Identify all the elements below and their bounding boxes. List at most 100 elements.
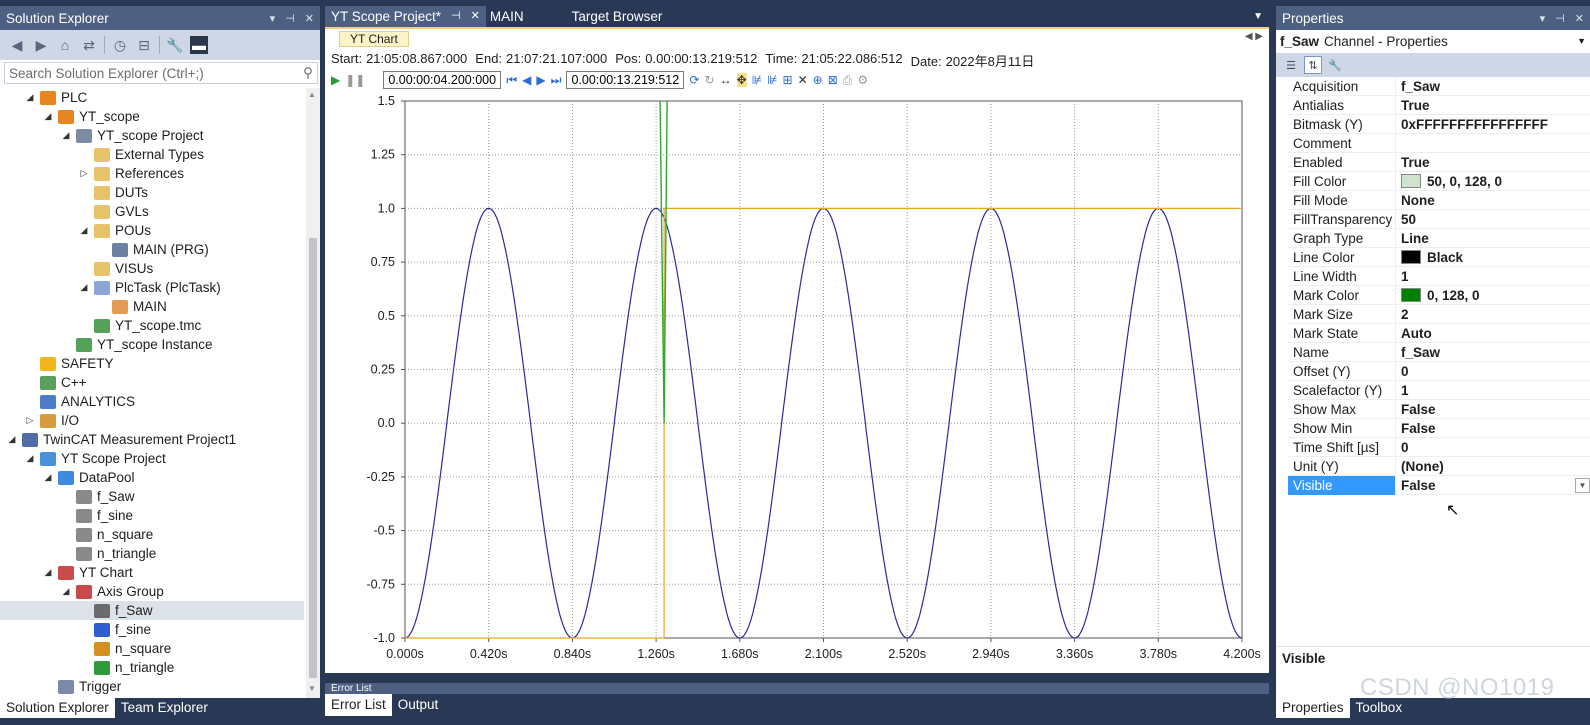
panel-menu-icon[interactable]: ▾ [1540, 12, 1546, 25]
pin-icon[interactable]: ⊣ [451, 6, 461, 27]
close-icon[interactable]: ✕ [305, 12, 314, 25]
pause-icon[interactable]: ❚❚ [345, 73, 365, 87]
property-row[interactable]: Comment [1288, 133, 1590, 153]
property-row[interactable]: Show Min False [1288, 418, 1590, 438]
tree-node[interactable]: MAIN (PRG) [96, 240, 209, 259]
back-icon[interactable]: ◀ [8, 36, 26, 54]
forward-icon[interactable]: ▶ [32, 36, 50, 54]
property-row[interactable]: Line Width 1 [1288, 266, 1590, 286]
tree-node[interactable]: ◢ YT Chart [42, 563, 133, 582]
tree-node[interactable]: C++ [24, 373, 87, 392]
panel-menu-icon[interactable]: ▾ [270, 12, 276, 25]
scrollbar-thumb[interactable] [309, 238, 317, 678]
scale-x-icon[interactable]: ⊯ [752, 73, 762, 87]
property-value[interactable]: None [1396, 191, 1590, 210]
home-icon[interactable]: ⌂ [56, 36, 74, 54]
range-input[interactable]: 0.00:00:04.200:000 [383, 71, 502, 89]
tree-node[interactable]: YT_scope Instance [60, 335, 213, 354]
solution-search-input[interactable]: Search Solution Explorer (Ctrl+;) ⚲ [4, 62, 318, 84]
tree-node[interactable]: f_sine [78, 620, 151, 639]
pin-icon[interactable]: ⊣ [285, 12, 295, 25]
last-icon[interactable]: ⏭ [551, 73, 562, 88]
property-value[interactable]: 2 [1396, 305, 1590, 324]
tree-node[interactable]: ◢ PLC [24, 88, 88, 107]
tree-node[interactable]: f_sine [60, 506, 133, 525]
property-value[interactable]: (None) [1396, 457, 1590, 476]
tree-node[interactable]: ◢ DataPool [42, 468, 135, 487]
tree-node[interactable]: ANALYTICS [24, 392, 135, 411]
alphabetical-icon[interactable]: ⇅ [1304, 56, 1322, 74]
expand-arrow-icon[interactable]: ◢ [78, 282, 90, 293]
tree-node[interactable]: SAFETY [24, 354, 114, 373]
property-value[interactable]: False [1396, 419, 1590, 438]
tree-node[interactable]: ▷ References [78, 164, 185, 183]
property-value[interactable]: False ▼ [1396, 476, 1590, 495]
sync-icon[interactable]: ⇄ [80, 36, 98, 54]
tree-node[interactable]: ◢ POUs [78, 221, 151, 240]
expand-arrow-icon[interactable]: ▷ [24, 415, 36, 426]
tree-node[interactable]: DUTs [78, 183, 148, 202]
object-selector[interactable]: f_Saw Channel - Properties ▼ [1276, 30, 1590, 52]
dropdown-icon[interactable]: ▼ [1575, 477, 1590, 493]
tab-dropdown-icon[interactable]: ▼ [1253, 11, 1269, 22]
property-row[interactable]: Scalefactor (Y) 1 [1288, 380, 1590, 400]
property-value[interactable]: 0, 128, 0 [1396, 286, 1590, 305]
property-row[interactable]: Bitmask (Y) 0xFFFFFFFFFFFFFFFF [1288, 114, 1590, 134]
tree-node[interactable]: YT_scope.tmc [78, 316, 201, 335]
property-row[interactable]: Graph Type Line [1288, 228, 1590, 248]
zoom-icon[interactable]: ⊕ [813, 73, 823, 87]
crosshair-icon[interactable]: ✥ [736, 73, 747, 87]
tree-node[interactable]: ◢ YT_scope Project [60, 126, 204, 145]
expand-arrow-icon[interactable]: ◢ [24, 453, 36, 464]
property-row[interactable]: Fill Color 50, 0, 128, 0 [1288, 171, 1590, 191]
property-row[interactable]: Enabled True [1288, 152, 1590, 172]
categorized-icon[interactable]: ☰ [1282, 56, 1300, 74]
property-row[interactable]: Mark Color 0, 128, 0 [1288, 285, 1590, 305]
tree-node[interactable]: ◢ YT_scope [42, 107, 140, 126]
property-value[interactable]: f_Saw [1396, 77, 1590, 96]
tab-target-browser[interactable]: Target Browser [530, 6, 669, 27]
position-input[interactable]: 0.00:00:13.219:512 [566, 71, 685, 89]
property-value[interactable]: 0xFFFFFFFFFFFFFFFF [1396, 115, 1590, 134]
tab-solution-explorer[interactable]: Solution Explorer [0, 698, 115, 718]
property-row[interactable]: Time Shift [µs] 0 [1288, 437, 1590, 457]
settings-icon[interactable]: ⚙ [857, 73, 868, 87]
property-row[interactable]: Unit (Y) (None) [1288, 456, 1590, 476]
tree-node[interactable]: GVLs [78, 202, 149, 221]
property-value[interactable]: 50 [1396, 210, 1590, 229]
property-value[interactable]: True [1396, 153, 1590, 172]
tree-node[interactable]: ◢ TwinCAT Measurement Project1 [6, 430, 237, 449]
property-row[interactable]: Fill Mode None [1288, 190, 1590, 210]
tree-node[interactable]: n_square [78, 639, 171, 658]
property-value[interactable]: False [1396, 400, 1590, 419]
fit-icon[interactable]: ⊠ [828, 73, 838, 87]
close-icon[interactable]: ✕ [1575, 12, 1584, 25]
close-tab-icon[interactable]: ✕ [471, 6, 480, 27]
properties-wrench-icon[interactable]: 🔧 [166, 36, 184, 54]
redo-icon[interactable]: ↻ [705, 73, 715, 87]
delete-icon[interactable]: ✕ [798, 73, 808, 87]
tree-node[interactable]: ◢ Axis Group [60, 582, 164, 601]
export-icon[interactable]: ⎙ [843, 73, 853, 88]
tree-node[interactable]: n_square [60, 525, 153, 544]
tree-node[interactable]: f_Saw [0, 601, 304, 620]
collapse-all-icon[interactable]: ⊟ [135, 36, 153, 54]
expand-arrow-icon[interactable]: ▷ [78, 168, 90, 179]
tab-properties[interactable]: Properties [1276, 698, 1350, 718]
refresh-icon[interactable]: ⟳ [689, 73, 699, 87]
tab-main[interactable]: MAIN [486, 6, 530, 27]
tree-node[interactable]: External Types [78, 145, 204, 164]
tab-team-explorer[interactable]: Team Explorer [115, 698, 214, 718]
next-icon[interactable]: ▶ [536, 73, 545, 87]
expand-arrow-icon[interactable]: ◢ [60, 586, 72, 597]
property-row[interactable]: Visible False ▼ [1288, 475, 1590, 495]
scroll-down-icon[interactable]: ▼ [308, 684, 316, 693]
property-row[interactable]: Mark State Auto [1288, 323, 1590, 343]
search-icon[interactable]: ⚲ [303, 65, 313, 81]
history-icon[interactable]: ◷ [111, 36, 129, 54]
play-icon[interactable]: ▶ [331, 73, 340, 87]
tree-node[interactable]: n_triangle [78, 658, 174, 677]
expand-arrow-icon[interactable]: ◢ [60, 130, 72, 141]
tree-node[interactable]: VISUs [78, 259, 153, 278]
property-value[interactable]: Line [1396, 229, 1590, 248]
